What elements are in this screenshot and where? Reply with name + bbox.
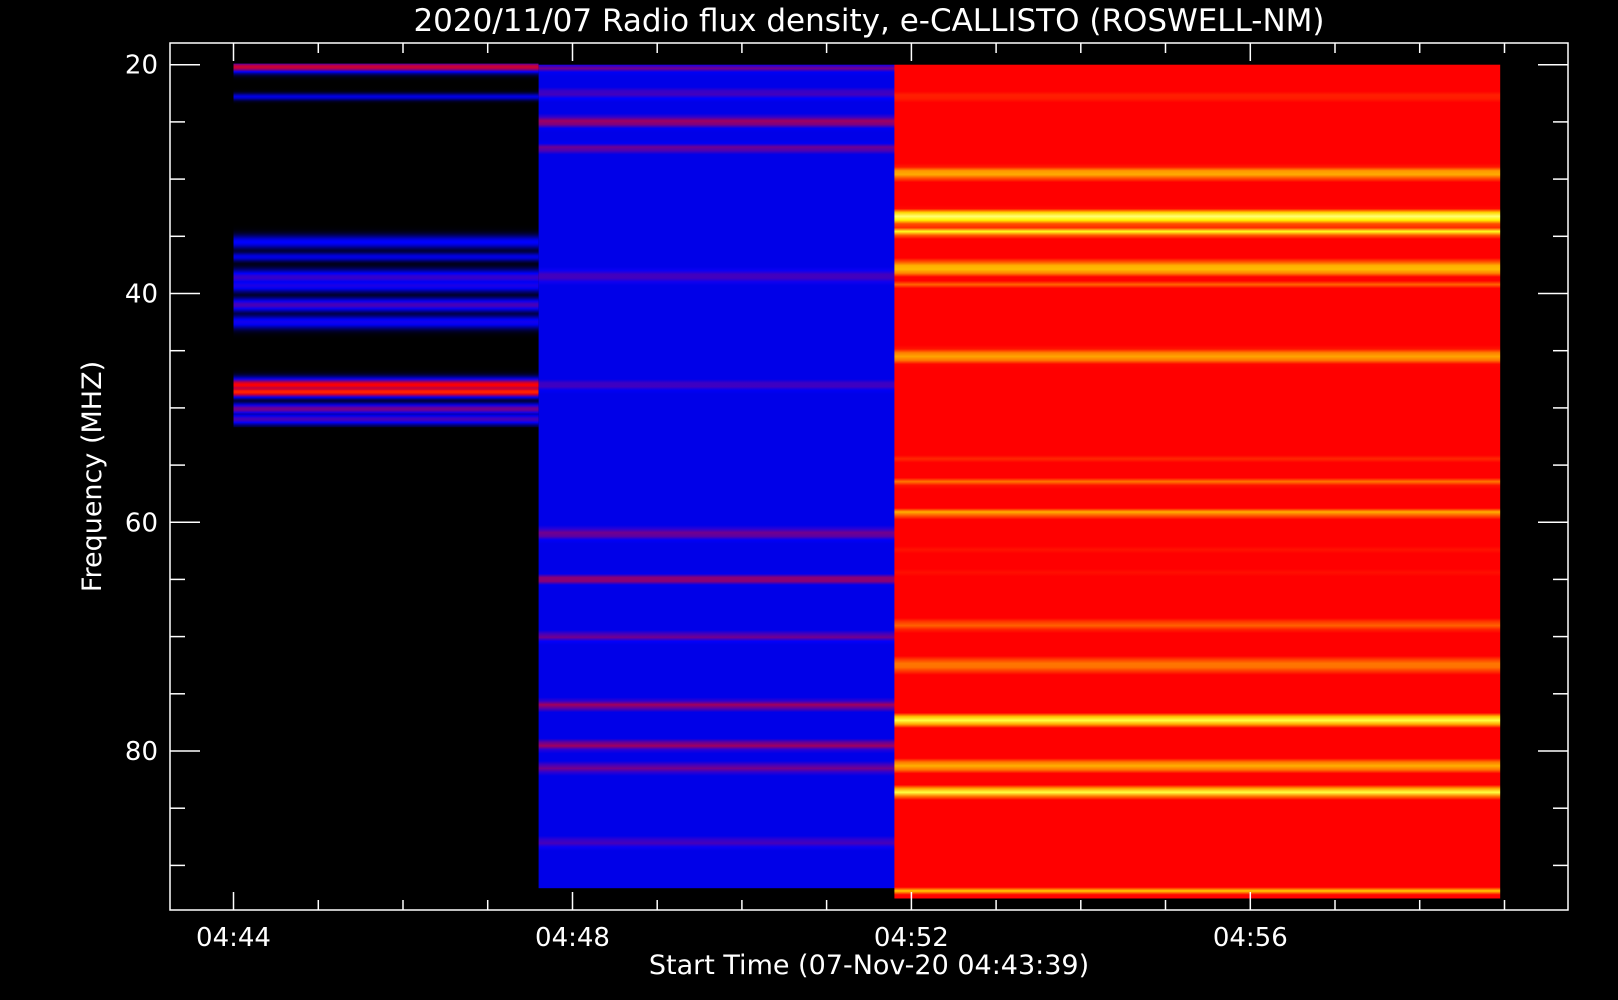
y-tick-label: 80	[125, 737, 158, 767]
x-tick-label: 04:52	[874, 923, 949, 953]
x-tick-label: 04:44	[196, 923, 271, 953]
x-axis-label: Start Time (07-Nov-20 04:43:39)	[649, 950, 1089, 981]
spectrogram-segment-1	[233, 63, 539, 428]
chart-svg: 04:44 04:48 04:52 04:56 20 40 60 80 2020/11/07 …	[0, 0, 1618, 1000]
spectrogram-segment-3	[894, 64, 1501, 899]
spectrogram-block	[233, 63, 539, 428]
spectrogram-block	[894, 64, 1501, 899]
y-tick-label: 60	[125, 508, 158, 538]
x-tick-label: 04:48	[535, 923, 610, 953]
y-tick-label: 40	[125, 280, 158, 310]
x-tick-label: 04:56	[1213, 923, 1288, 953]
y-tick-label: 20	[125, 51, 158, 81]
chart-title: 2020/11/07 Radio flux density, e-CALLIST…	[413, 3, 1324, 39]
spectrogram-block	[538, 64, 895, 889]
spectrogram-segment-2	[538, 64, 895, 889]
y-axis-label: Frequency (MHZ)	[77, 361, 108, 592]
